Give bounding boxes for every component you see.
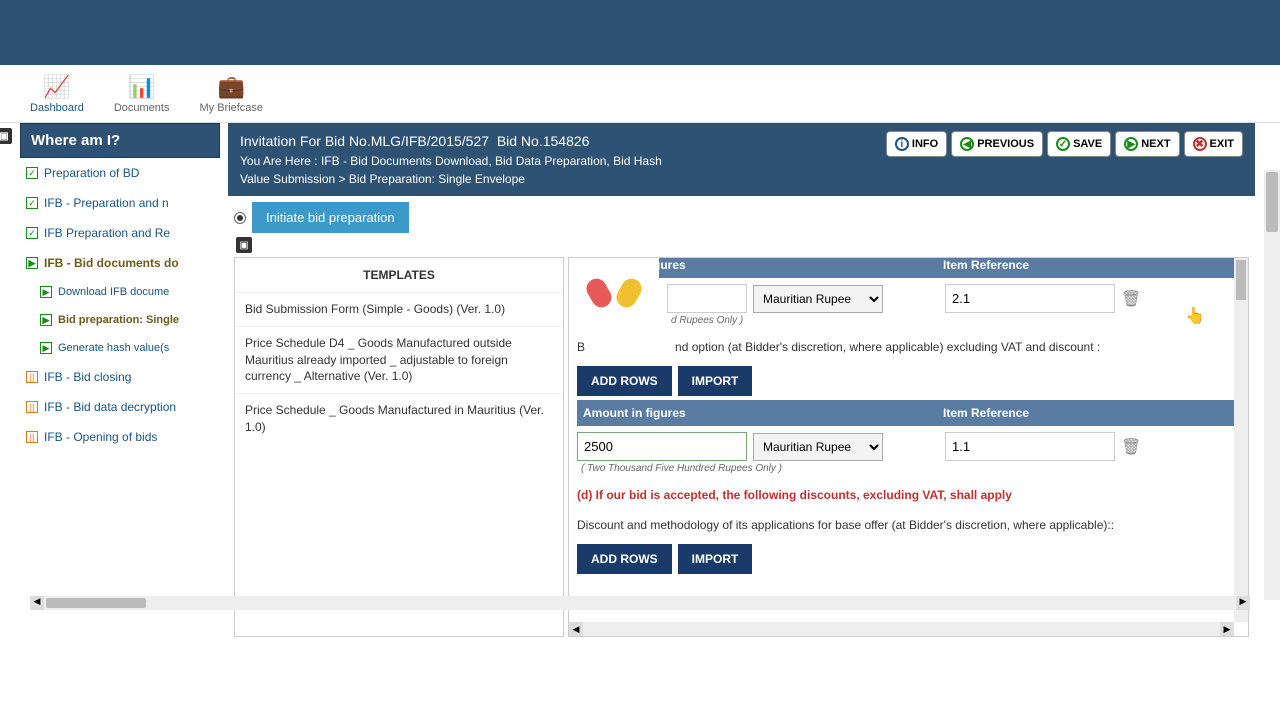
amount-input-1[interactable] [667, 284, 747, 313]
header-text: Invitation For Bid No.MLG/IFB/2015/527 B… [240, 131, 662, 188]
sidebar-item-closing[interactable]: ||IFB - Bid closing [20, 362, 220, 392]
pending-icon: || [26, 401, 38, 413]
bars-icon: 📊 [128, 74, 155, 100]
discount-text: Discount and methodology of its applicat… [577, 510, 1240, 540]
inner-scrollbar-h[interactable]: ◀▶ [569, 622, 1234, 636]
amount-input-2[interactable] [577, 432, 747, 461]
inner-scrollbar-v[interactable] [1234, 258, 1248, 622]
table-header-2: Amount in figures Item Reference [577, 400, 1240, 426]
templates-header: TEMPLATES [235, 258, 563, 292]
next-icon: ▶ [1124, 137, 1138, 151]
briefcase-icon: 💼 [218, 74, 245, 100]
sidebar-items: ✓Preparation of BD ✓IFB - Preparation an… [20, 158, 220, 452]
pending-icon: || [26, 371, 38, 383]
form-row-1: Mauritian Rupee 🗑 👆 [577, 278, 1240, 319]
play-icon: ▶ [40, 342, 52, 354]
radio-icon[interactable] [234, 212, 246, 224]
check-icon: ✓ [26, 227, 38, 239]
info-icon: i [895, 137, 909, 151]
page-scrollbar-v[interactable] [1264, 170, 1280, 600]
initiate-button[interactable]: Initiate bid preparation [252, 202, 409, 233]
next-button[interactable]: ▶NEXT [1115, 131, 1179, 157]
template-item[interactable]: Price Schedule _ Goods Manufactured in M… [235, 393, 563, 444]
exit-icon: ✖ [1193, 137, 1207, 151]
ref-input-1[interactable] [945, 284, 1115, 313]
sidebar-header: ▣ Where am I? [20, 123, 220, 158]
collapse-toggle-icon[interactable]: ▣ [236, 237, 252, 253]
pending-icon: || [26, 431, 38, 443]
sidebar-item-bid-prep[interactable]: ▶Bid preparation: Single [20, 306, 220, 334]
play-icon: ▶ [40, 314, 52, 326]
breadcrumb1: You Are Here : IFB - Bid Documents Downl… [240, 152, 662, 170]
sidebar-item-prep-bd[interactable]: ✓Preparation of BD [20, 158, 220, 188]
button-row-2: ADD ROWS IMPORT [577, 540, 1240, 578]
template-item[interactable]: Price Schedule D4 _ Goods Manufactured o… [235, 326, 563, 393]
form-panel: Amount in figures Item Reference Mauriti… [568, 257, 1249, 637]
button-row-1: ADD ROWS IMPORT [577, 362, 1240, 400]
exit-button[interactable]: ✖EXIT [1184, 131, 1243, 157]
radio-row: Initiate bid preparation [234, 202, 1249, 233]
top-bar [0, 0, 1280, 65]
nav-dashboard[interactable]: 📈 Dashboard [30, 74, 84, 114]
import-button-2[interactable]: IMPORT [678, 544, 753, 574]
check-icon: ✓ [26, 197, 38, 209]
nav-documents[interactable]: 📊 Documents [114, 74, 170, 114]
chart-icon: 📈 [43, 74, 70, 100]
currency-select-1[interactable]: Mauritian Rupee [753, 285, 883, 313]
sidebar-title: Where am I? [31, 132, 120, 149]
sidebar-item-hash[interactable]: ▶Generate hash value(s [20, 334, 220, 362]
check-icon: ✓ [26, 167, 38, 179]
save-icon: ✓ [1056, 137, 1070, 151]
prev-icon: ◀ [960, 137, 974, 151]
content: Invitation For Bid No.MLG/IFB/2015/527 B… [228, 123, 1255, 643]
trash-icon[interactable]: 🗑 [1121, 437, 1141, 457]
previous-button[interactable]: ◀PREVIOUS [951, 131, 1043, 157]
add-rows-button-2[interactable]: ADD ROWS [577, 544, 672, 574]
play-icon: ▶ [40, 286, 52, 298]
sidebar-item-download[interactable]: ▶Download IFB docume [20, 278, 220, 306]
breadcrumb2: Value Submission > Bid Preparation: Sing… [240, 170, 662, 188]
nav-briefcase-label: My Briefcase [199, 102, 263, 114]
nav-documents-label: Documents [114, 102, 170, 114]
form-row-2: Mauritian Rupee 🗑 [577, 426, 1240, 467]
sidebar-toggle-icon[interactable]: ▣ [0, 128, 12, 144]
nav-briefcase[interactable]: 💼 My Briefcase [199, 74, 263, 114]
sidebar: ▣ Where am I? ✓Preparation of BD ✓IFB - … [20, 123, 220, 643]
trash-icon[interactable]: 🗑 [1121, 289, 1141, 309]
section-d-text: (d) If our bid is accepted, the followin… [577, 480, 1240, 510]
template-item[interactable]: Bid Submission Form (Simple - Goods) (Ve… [235, 292, 563, 326]
add-rows-button-1[interactable]: ADD ROWS [577, 366, 672, 396]
page-scrollbar-h[interactable]: ◀▶ [30, 596, 1250, 610]
table-header-1: Amount in figures Item Reference [577, 257, 1240, 278]
sidebar-item-bid-docs[interactable]: ▶IFB - Bid documents do [20, 248, 220, 278]
section-b-text: Bnd option (at Bidder's discretion, wher… [577, 332, 1240, 362]
sidebar-item-opening[interactable]: ||IFB - Opening of bids [20, 422, 220, 452]
sidebar-item-decrypt[interactable]: ||IFB - Bid data decryption [20, 392, 220, 422]
col-ref-2: Item Reference [943, 406, 1234, 420]
import-button-1[interactable]: IMPORT [678, 366, 753, 396]
save-button[interactable]: ✓SAVE [1047, 131, 1111, 157]
col-ref-1: Item Reference [943, 258, 1234, 272]
nav-bar: 📈 Dashboard 📊 Documents 💼 My Briefcase [0, 65, 1280, 123]
col-amount-2: Amount in figures [583, 406, 943, 420]
nav-dashboard-label: Dashboard [30, 102, 84, 114]
play-icon: ▶ [26, 257, 38, 269]
content-header: Invitation For Bid No.MLG/IFB/2015/527 B… [228, 123, 1255, 196]
templates-panel: TEMPLATES Bid Submission Form (Simple - … [234, 257, 564, 637]
info-button[interactable]: iINFO [886, 131, 947, 157]
header-buttons: iINFO ◀PREVIOUS ✓SAVE ▶NEXT ✖EXIT [886, 131, 1243, 157]
ref-input-2[interactable] [945, 432, 1115, 461]
sidebar-item-ifb-prep1[interactable]: ✓IFB - Preparation and n [20, 188, 220, 218]
content-body: Initiate bid preparation ▣ TEMPLATES Bid… [228, 196, 1255, 643]
currency-select-2[interactable]: Mauritian Rupee [753, 433, 883, 461]
sidebar-item-ifb-prep2[interactable]: ✓IFB Preparation and Re [20, 218, 220, 248]
